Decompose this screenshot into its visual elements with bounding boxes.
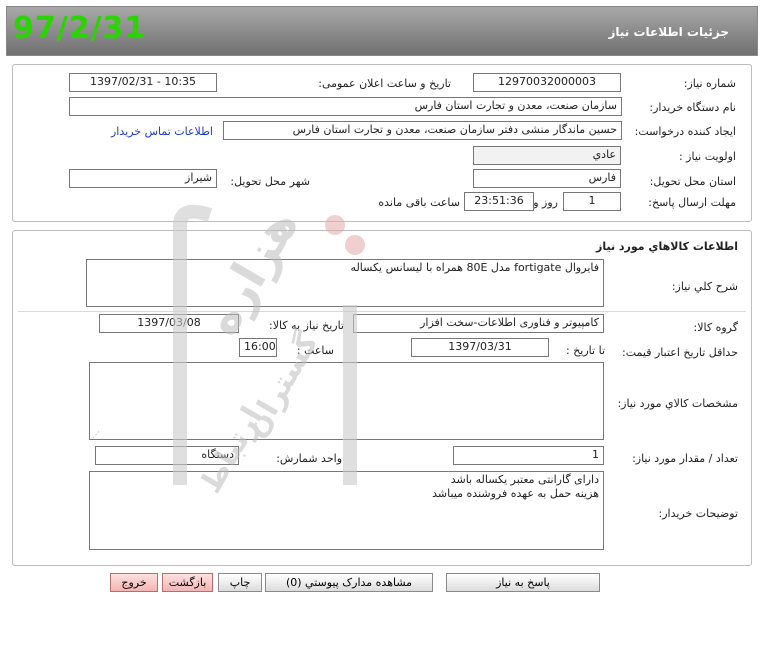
contact-buyer-link[interactable]: اطلاعات تماس خریدار <box>111 125 213 138</box>
header-bar: 97/2/31 جزئیات اطلاعات نیاز <box>6 6 758 56</box>
buyer-org-label: نام دستگاه خریدار: <box>649 101 736 114</box>
deadline-remaining-label: ساعت باقی مانده <box>378 196 460 209</box>
page-title: جزئیات اطلاعات نیاز <box>608 25 729 39</box>
buyer-notes-label: توضیحات خریدار: <box>658 507 739 520</box>
deadline-time-field: 23:51:36 <box>464 192 534 211</box>
back-button[interactable]: بازگشت <box>162 573 213 592</box>
announce-field: 1397/02/31 - 10:35 <box>69 73 217 92</box>
requester-label: ایجاد کننده درخواست: <box>634 125 736 138</box>
priority-field: عادي <box>473 146 621 165</box>
summary-text: فایروال fortigate مدل 80E همراه با لیسان… <box>350 261 599 274</box>
goods-section-title: اطلاعات کالاهاي مورد نیاز <box>596 240 738 253</box>
priority-label: اولویت نیاز : <box>678 150 736 163</box>
summary-label: شرح کلي نیاز: <box>671 280 738 293</box>
unit-field: دستگاه <box>95 446 239 465</box>
view-attachments-button[interactable]: مشاهده مدارک پیوستي (0) <box>265 573 433 592</box>
need-date-label: تاریخ نیاز به کالا: <box>269 319 344 332</box>
until-date-label: تا تاریخ : <box>566 344 605 357</box>
province-field: فارس <box>473 169 621 188</box>
print-button[interactable]: چاپ <box>218 573 262 592</box>
specs-label: مشخصات کالاي مورد نیاز: <box>617 397 738 410</box>
date-stamp: 97/2/31 <box>13 11 147 46</box>
buyer-notes-line-2: هزینه حمل به عهده فروشنده میباشد <box>432 487 599 500</box>
qty-field: 1 <box>453 446 604 465</box>
province-label: استان محل تحویل: <box>649 175 736 188</box>
city-field: شیراز <box>69 169 217 188</box>
group-label: گروه کالا: <box>693 321 738 334</box>
group-field: کامپیوتر و فناوری اطلاعات-سخت افزار <box>353 314 604 333</box>
buyer-notes-field: دارای گارانتی معتبر یکساله باشد هزینه حم… <box>89 471 604 550</box>
exit-button[interactable]: خروج <box>110 573 158 592</box>
time-label: ساعت : <box>296 344 334 357</box>
need-number-label: شماره نیاز: <box>683 77 736 90</box>
until-date-field: 1397/03/31 <box>411 338 549 357</box>
deadline-days-field: 1 <box>563 192 621 211</box>
resize-grip-icon[interactable]: ⋰ <box>92 430 100 439</box>
buyer-notes-line-1: دارای گارانتی معتبر یکساله باشد <box>450 473 599 486</box>
min-price-date-label: حداقل تاریخ اعتبار قیمت: <box>622 346 738 359</box>
specs-field <box>89 362 604 440</box>
unit-label: واحد شمارش: <box>276 452 342 465</box>
need-number-field: 12970032000003 <box>473 73 621 92</box>
deadline-label: مهلت ارسال پاسخ: <box>648 196 736 209</box>
divider <box>18 311 746 312</box>
time-field: 16:00 <box>239 338 277 357</box>
reply-button[interactable]: پاسخ به نیاز <box>446 573 600 592</box>
announce-label: تاریخ و ساعت اعلان عمومی: <box>318 77 451 90</box>
buyer-org-field: سازمان صنعت، معدن و تجارت استان فارس <box>69 97 622 116</box>
city-label: شهر محل تحویل: <box>230 175 310 188</box>
need-date-field: 1397/03/08 <box>99 314 239 333</box>
deadline-days-unit: روز و <box>533 196 558 209</box>
requester-field: حسین ماندگار منشی دفتر سازمان صنعت، معدن… <box>223 121 622 140</box>
summary-field: فایروال fortigate مدل 80E همراه با لیسان… <box>86 259 604 307</box>
qty-label: تعداد / مقدار مورد نیاز: <box>632 452 738 465</box>
